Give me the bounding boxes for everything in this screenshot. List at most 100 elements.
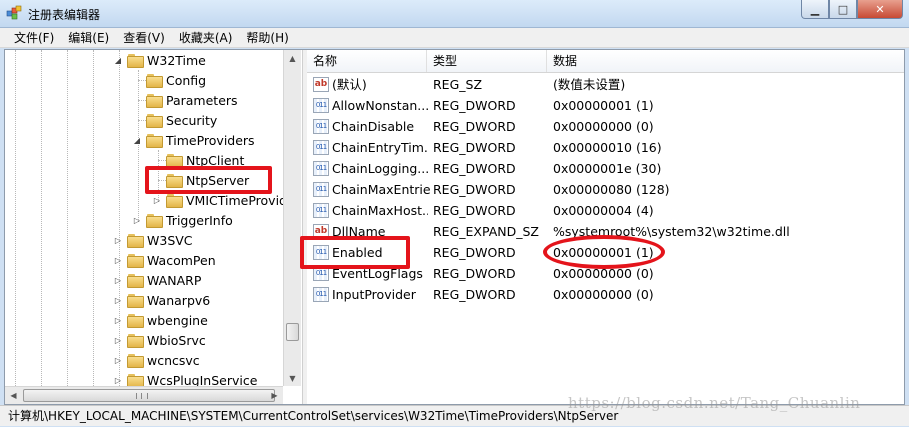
column-header-type[interactable]: 类型 (427, 50, 547, 72)
value-name: InputProvider (332, 287, 416, 302)
expand-arrow-icon[interactable]: ▷ (113, 256, 123, 265)
expand-arrow-icon[interactable]: ▷ (113, 316, 123, 325)
tree-node-label: wcncsvc (147, 352, 200, 368)
expand-arrow-icon[interactable]: ▷ (113, 376, 123, 385)
dword-value-icon: 011 (313, 161, 329, 176)
tree-hscroll-thumb[interactable] (23, 389, 275, 402)
tree-node-label: TimeProviders (166, 132, 255, 148)
value-data: 0x00000001 (1) (553, 98, 654, 113)
value-type: REG_DWORD (433, 98, 516, 113)
column-header-name[interactable]: 名称 (307, 50, 427, 72)
expand-arrow-icon[interactable]: ▷ (132, 216, 142, 225)
list-row-default[interactable]: ab (默认) REG_SZ (数值未设置) (307, 74, 904, 95)
value-type: REG_DWORD (433, 161, 516, 176)
tree-vertical-scrollbar[interactable]: ▲ ▼ (283, 50, 301, 386)
tree-guide-line (93, 50, 94, 386)
expand-arrow-icon[interactable]: ▷ (113, 236, 123, 245)
value-name: ChainEntryTim... (332, 140, 428, 155)
registry-tree: ◢ W32Time Config Parameters Security ◢ T… (5, 50, 302, 404)
collapse-arrow-icon[interactable]: ◢ (132, 136, 142, 145)
value-name: ChainLogging... (332, 161, 428, 176)
expand-arrow-icon[interactable]: ▷ (113, 296, 123, 305)
tree-node-timeproviders[interactable]: ◢ TimeProviders (132, 130, 255, 150)
tree-node-wanarpv6[interactable]: ▷ Wanarpv6 (113, 290, 210, 310)
tree-node-w32time[interactable]: ◢ W32Time (113, 50, 206, 70)
expand-arrow-icon[interactable]: ▷ (113, 336, 123, 345)
list-row-allownonstandard[interactable]: 011 AllowNonstan... REG_DWORD 0x00000001… (307, 95, 904, 116)
menu-favorites[interactable]: 收藏夹(A) (173, 29, 241, 46)
window-controls: ▁ □ ✕ (801, 0, 903, 20)
tree-node-label: WbioSrvc (147, 332, 206, 348)
value-data: 0x00000010 (16) (553, 140, 662, 155)
value-type: REG_DWORD (433, 140, 516, 155)
tree-node-wbiosrvc[interactable]: ▷ WbioSrvc (113, 330, 206, 350)
status-bar: 计算机\HKEY_LOCAL_MACHINE\SYSTEM\CurrentCon… (0, 405, 909, 426)
tree-node-wbengine[interactable]: ▷ wbengine (113, 310, 208, 330)
folder-icon (127, 373, 144, 388)
dword-value-icon: 011 (313, 119, 329, 134)
list-row-chaindisable[interactable]: 011 ChainDisable REG_DWORD 0x00000000 (0… (307, 116, 904, 137)
value-data: 0x00000000 (0) (553, 119, 654, 134)
tree-node-w3svc[interactable]: ▷ W3SVC (113, 230, 193, 250)
string-value-icon: ab (313, 77, 329, 92)
list-row-inputprovider[interactable]: 011 InputProvider REG_DWORD 0x00000000 (… (307, 284, 904, 305)
list-row-chainmaxentries[interactable]: 011 ChainMaxEntries REG_DWORD 0x00000080… (307, 179, 904, 200)
tree-node-wacompen[interactable]: ▷ WacomPen (113, 250, 216, 270)
folder-icon (146, 213, 163, 228)
dword-value-icon: 011 (313, 140, 329, 155)
tree-horizontal-scrollbar[interactable]: ◀ ▶ (5, 386, 283, 404)
tree-node-label: WANARP (147, 272, 202, 288)
folder-icon (146, 93, 163, 108)
menu-view[interactable]: 查看(V) (117, 29, 173, 46)
close-button[interactable]: ✕ (857, 0, 903, 19)
tree-guide-line (67, 50, 68, 386)
folder-icon (127, 53, 144, 68)
scroll-right-icon[interactable]: ▶ (266, 387, 283, 403)
collapse-arrow-icon[interactable]: ◢ (113, 56, 123, 65)
tree-node-label: TriggerInfo (166, 212, 233, 228)
value-type: REG_DWORD (433, 266, 516, 281)
window-title: 注册表编辑器 (28, 8, 101, 22)
tree-node-triggerinfo[interactable]: ▷ TriggerInfo (132, 210, 233, 230)
scroll-down-icon[interactable]: ▼ (284, 370, 301, 386)
scroll-left-icon[interactable]: ◀ (5, 387, 22, 403)
value-type: REG_EXPAND_SZ (433, 224, 539, 239)
folder-icon (146, 73, 163, 88)
menu-file[interactable]: 文件(F) (8, 29, 62, 46)
list-row-chainmaxhost[interactable]: 011 ChainMaxHost... REG_DWORD 0x00000004… (307, 200, 904, 221)
menu-edit[interactable]: 编辑(E) (62, 29, 117, 46)
tree-node-security[interactable]: Security (132, 110, 217, 130)
enabled-value-highlight-oval (543, 235, 665, 269)
value-type: REG_DWORD (433, 287, 516, 302)
tree-node-label: wbengine (147, 312, 208, 328)
list-row-chainlogging[interactable]: 011 ChainLogging... REG_DWORD 0x0000001e… (307, 158, 904, 179)
tree-vscroll-thumb[interactable] (286, 323, 299, 341)
folder-icon (127, 293, 144, 308)
menu-help[interactable]: 帮助(H) (240, 29, 296, 46)
folder-icon (146, 113, 163, 128)
tree-node-wcncsvc[interactable]: ▷ wcncsvc (113, 350, 200, 370)
value-data: 0x00000004 (4) (553, 203, 654, 218)
tree-node-config[interactable]: Config (132, 70, 206, 90)
scroll-up-icon[interactable]: ▲ (284, 50, 301, 66)
list-row-chainentrytime[interactable]: 011 ChainEntryTim... REG_DWORD 0x0000001… (307, 137, 904, 158)
tree-node-label: Wanarpv6 (147, 292, 211, 308)
menu-bar: 文件(F) 编辑(E) 查看(V) 收藏夹(A) 帮助(H) (0, 28, 909, 48)
tree-node-label: Config (166, 72, 207, 88)
maximize-button[interactable]: □ (829, 0, 857, 19)
registry-editor-icon (6, 5, 22, 20)
tree-node-wanarp[interactable]: ▷ WANARP (113, 270, 201, 290)
minimize-button[interactable]: ▁ (801, 0, 829, 19)
expand-arrow-icon[interactable]: ▷ (152, 196, 162, 205)
expand-arrow-icon[interactable]: ▷ (113, 276, 123, 285)
column-header-data[interactable]: 数据 (547, 50, 904, 72)
value-data: 0x00000000 (0) (553, 287, 654, 302)
title-bar: 注册表编辑器 ▁ □ ✕ (0, 0, 909, 28)
values-list: 名称 类型 数据 ab (默认) REG_SZ (数值未设置) 011 Allo… (300, 50, 904, 404)
enabled-highlight-box (300, 236, 410, 269)
tree-node-parameters[interactable]: Parameters (132, 90, 238, 110)
value-data: 0x0000001e (30) (553, 161, 662, 176)
folder-icon (127, 253, 144, 268)
folder-icon (127, 273, 144, 288)
expand-arrow-icon[interactable]: ▷ (113, 356, 123, 365)
